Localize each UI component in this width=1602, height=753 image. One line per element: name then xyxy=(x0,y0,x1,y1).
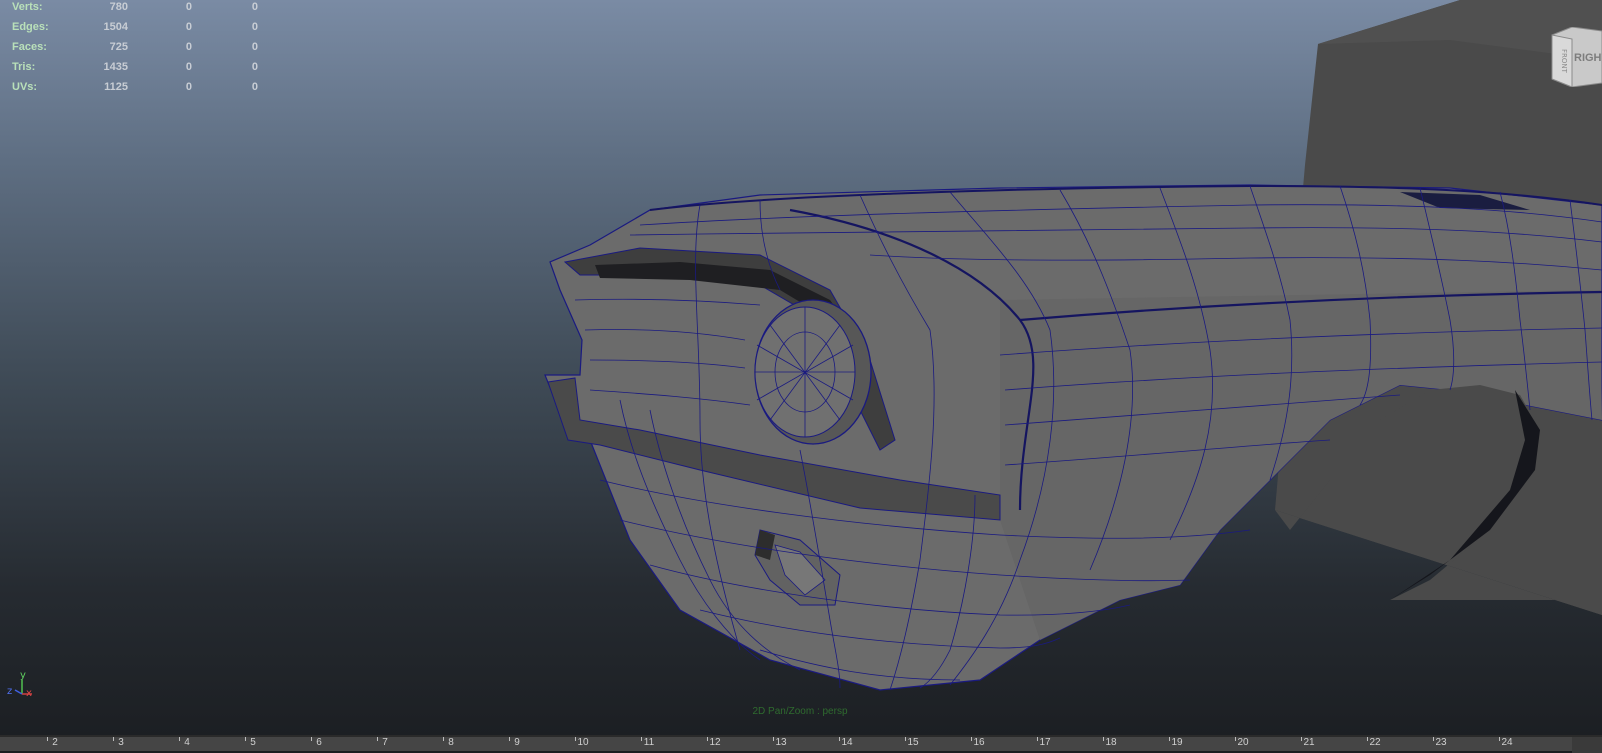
timeline-tick-label: 9 xyxy=(514,737,520,748)
car-model-wireframe[interactable] xyxy=(0,0,1602,735)
timeline-tick-label: 18 xyxy=(1105,737,1117,748)
viewcube-front-label: FRONT xyxy=(1560,49,1568,74)
timeline-tick xyxy=(311,737,312,741)
timeline-tick-label: 21 xyxy=(1303,737,1315,748)
timeline-tick-label: 4 xyxy=(184,737,190,748)
hud-value: 780 xyxy=(109,1,128,13)
hud-label: Edges: xyxy=(12,21,49,33)
timeline-tick xyxy=(1235,737,1236,741)
timeline-tick xyxy=(1499,737,1500,741)
timeline-tick-label: 20 xyxy=(1237,737,1249,748)
timeline-tick-label: 17 xyxy=(1039,737,1051,748)
timeline-tick xyxy=(707,737,708,741)
hud-row: Edges: 1504 0 0 xyxy=(0,17,270,37)
timeline-tick xyxy=(575,737,576,741)
axis-z-label: z xyxy=(7,686,12,697)
timeline-tick xyxy=(1037,737,1038,741)
timeline-tick-label: 15 xyxy=(907,737,919,748)
timeline-tick xyxy=(1301,737,1302,741)
hud-label: Verts: xyxy=(12,1,43,13)
timeline-tick-label: 5 xyxy=(250,737,256,748)
timeline-tick xyxy=(179,737,180,741)
timeline-tick xyxy=(1169,737,1170,741)
hud-row: Tris: 1435 0 0 xyxy=(0,57,270,77)
timeline-tick-label: 3 xyxy=(118,737,124,748)
axis-y-label: y xyxy=(20,670,26,681)
hud-value: 0 xyxy=(251,1,258,13)
hud-value: 1435 xyxy=(103,61,128,73)
headlight xyxy=(754,299,872,445)
timeline-tick xyxy=(839,737,840,741)
timeline-tick xyxy=(1103,737,1104,741)
timeline-tick xyxy=(113,737,114,741)
timeline-tick xyxy=(905,737,906,741)
timeline-tick xyxy=(1367,737,1368,741)
timeline-tick-label: 14 xyxy=(841,737,853,748)
timeline-tick-label: 2 xyxy=(52,737,58,748)
timeline-tick xyxy=(971,737,972,741)
hud-value: 1125 xyxy=(104,81,128,93)
timeline-tick xyxy=(245,737,246,741)
hud-label: UVs: xyxy=(12,81,38,93)
timeline-tick xyxy=(1433,737,1434,741)
timeline-tick-label: 24 xyxy=(1501,737,1513,748)
timeline-tick-label: 10 xyxy=(577,737,589,748)
timeline-tick-label: 22 xyxy=(1369,737,1381,748)
timeline-tick xyxy=(641,737,642,741)
hud-value: 0 xyxy=(251,21,258,33)
timeline-tick xyxy=(773,737,774,741)
timeline-tick xyxy=(509,737,510,741)
timeline-tick xyxy=(443,737,444,741)
timeline-tick-label: 8 xyxy=(448,737,454,748)
hud-value: 1504 xyxy=(103,21,128,33)
hud-value: 0 xyxy=(251,81,258,93)
timeline-tick-label: 12 xyxy=(709,737,721,748)
viewcube-right-label: RIGHT xyxy=(1574,52,1602,64)
viewcube[interactable]: FRONT RIGHT xyxy=(1550,26,1602,88)
hud-value: 725 xyxy=(109,41,128,53)
panel-status-text: 2D Pan/Zoom : persp xyxy=(0,706,1602,717)
timeline-tick-label: 23 xyxy=(1435,737,1447,748)
timeline-tick-label: 19 xyxy=(1171,737,1183,748)
poly-count-hud: Verts: 780 0 0 Edges: 1504 0 0 Faces: 725 0 0 Tris: 1… xyxy=(0,0,270,97)
hud-label: Tris: xyxy=(12,61,36,73)
hud-row: UVs: 1125 0 0 xyxy=(0,77,270,97)
hud-value: 0 xyxy=(185,81,192,93)
hud-value: 0 xyxy=(251,61,258,73)
hud-row: Verts: 780 0 0 xyxy=(0,0,270,17)
hud-value: 0 xyxy=(185,1,192,13)
hud-row: Faces: 725 0 0 xyxy=(0,37,270,57)
perspective-viewport[interactable]: Verts: 780 0 0 Edges: 1504 0 0 Faces: 725 0 0 Tris: 1… xyxy=(0,0,1602,735)
timeline-tick-label: 16 xyxy=(973,737,985,748)
hud-label: Faces: xyxy=(12,41,47,53)
axis-gizmo: y x z xyxy=(7,670,32,699)
timeline-tick-label: 6 xyxy=(316,737,322,748)
timeline-tick xyxy=(377,737,378,741)
timeline-tick-label: 13 xyxy=(775,737,787,748)
timeline-tick-label: 7 xyxy=(382,737,388,748)
timeline-tick-label: 11 xyxy=(643,737,655,748)
timeline-tick xyxy=(47,737,48,741)
hud-value: 0 xyxy=(185,21,192,33)
time-slider[interactable]: 2 3 4 5 6 7 8 9 10 11 12 13 14 15 16 17 18 19 20 21 22 23 24 xyxy=(0,735,1602,753)
hud-value: 0 xyxy=(185,61,192,73)
hud-value: 0 xyxy=(251,41,258,53)
axis-x-label: x xyxy=(26,688,32,699)
hud-value: 0 xyxy=(185,41,192,53)
status-label: 2D Pan/Zoom : persp xyxy=(752,706,848,717)
